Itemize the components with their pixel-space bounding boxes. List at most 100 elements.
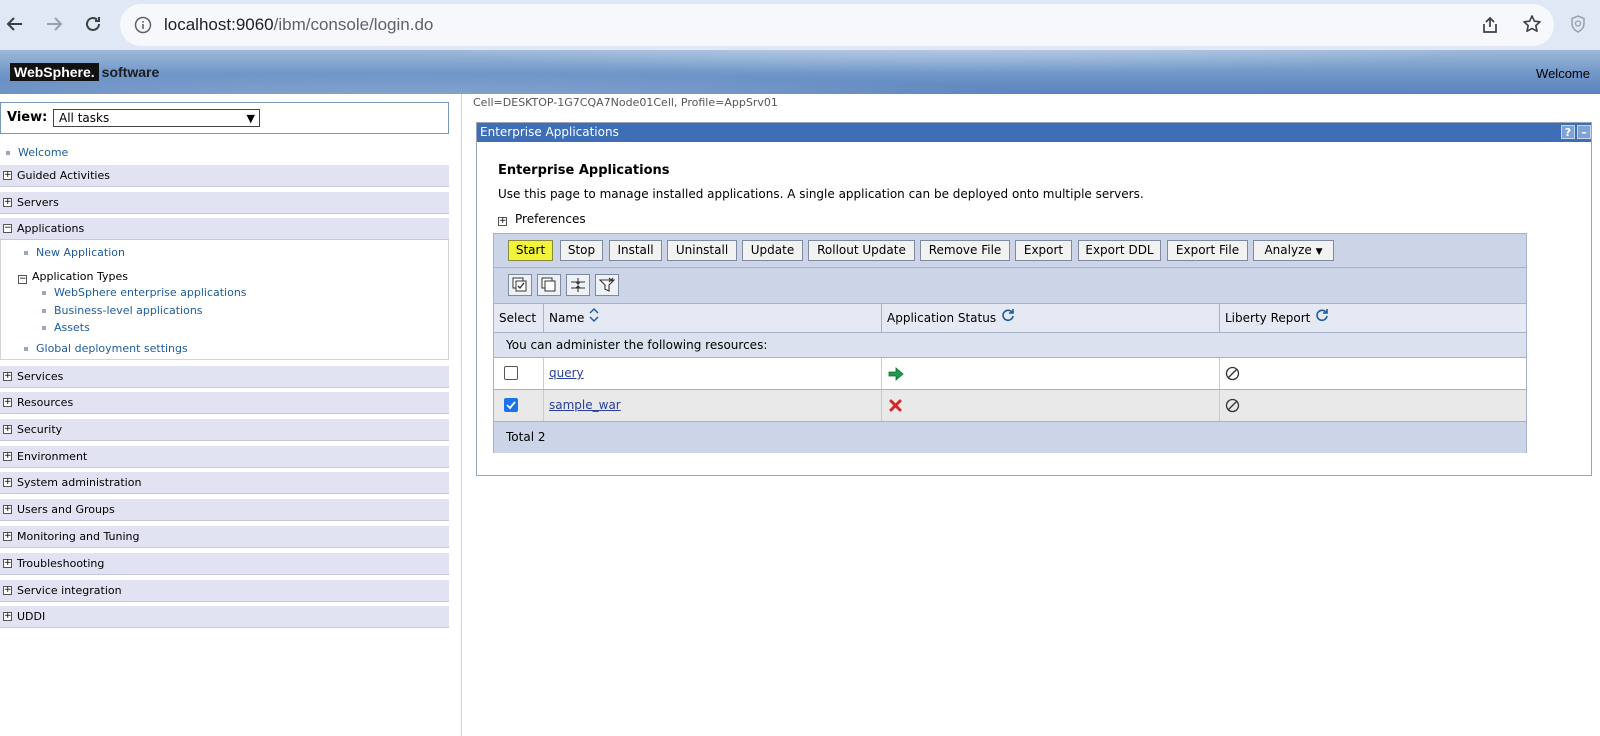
action-button-bar: Start Stop Install Uninstall Update Roll…	[494, 234, 1526, 268]
expand-icon: +	[3, 371, 12, 381]
address-bar[interactable]: localhost:9060/ibm/console/login.do	[120, 4, 1554, 46]
export-button[interactable]: Export	[1015, 240, 1072, 261]
uninstall-button[interactable]: Uninstall	[667, 240, 737, 261]
expand-icon: +	[3, 558, 12, 568]
nav-welcome[interactable]: Welcome	[6, 146, 68, 159]
start-button[interactable]: Start	[508, 240, 553, 261]
table-row: sample_war	[494, 390, 1526, 422]
page-description: Use this page to manage installed applic…	[498, 187, 1144, 201]
column-header-name[interactable]: Name	[544, 304, 882, 333]
sort-icon[interactable]	[589, 304, 599, 333]
chevron-down-icon: ▼	[246, 112, 255, 125]
nav-category-system-administration[interactable]: + System administration	[0, 472, 449, 494]
row-checkbox[interactable]	[504, 366, 518, 380]
bookmark-star-icon[interactable]	[1522, 14, 1542, 37]
collapse-icon: −	[3, 223, 12, 233]
view-select[interactable]: All tasks ▼	[53, 109, 260, 127]
app-link[interactable]: sample_war	[549, 398, 621, 412]
view-selected-value: All tasks	[59, 111, 110, 125]
cell-profile-info: Cell=DESKTOP-1G7CQA7Node01Cell, Profile=…	[473, 96, 778, 109]
export-ddl-button[interactable]: Export DDL	[1078, 240, 1161, 261]
nav-category-servers[interactable]: + Servers	[0, 192, 449, 214]
share-icon[interactable]	[1480, 15, 1500, 38]
forward-icon[interactable]	[40, 10, 68, 38]
expand-icon: +	[3, 397, 12, 407]
url-path: /ibm/console/login.do	[273, 15, 434, 34]
export-file-button[interactable]: Export File	[1167, 240, 1248, 261]
nav-category-service-integration[interactable]: + Service integration	[0, 580, 449, 602]
bullet-icon	[24, 347, 28, 351]
app-link[interactable]: query	[549, 366, 584, 380]
panel-title: Enterprise Applications	[480, 125, 619, 139]
extension-shield-icon[interactable]	[1568, 14, 1588, 37]
install-button[interactable]: Install	[609, 240, 662, 261]
nav-category-label: Resources	[17, 396, 74, 409]
expand-icon: +	[3, 477, 12, 487]
nav-category-troubleshooting[interactable]: + Troubleshooting	[0, 553, 449, 575]
refresh-icon[interactable]	[1315, 304, 1329, 333]
column-header-select: Select	[494, 304, 544, 333]
expand-icon: +	[3, 424, 12, 434]
websphere-logo: WebSphere. software	[10, 62, 159, 82]
nav-category-monitoring-and-tuning[interactable]: + Monitoring and Tuning	[0, 526, 449, 548]
select-cell	[494, 358, 544, 389]
back-icon[interactable]	[1, 10, 29, 38]
expand-icon: +	[3, 585, 12, 595]
page-heading: Enterprise Applications	[498, 163, 670, 178]
nav-category-applications[interactable]: − Applications	[0, 218, 449, 240]
preferences-toggle[interactable]: + Preferences	[498, 212, 586, 226]
nav-category-label: System administration	[17, 476, 142, 489]
nav-category-security[interactable]: + Security	[0, 419, 449, 441]
nav-business-level-applications[interactable]: Business-level applications	[42, 304, 203, 317]
left-navigation: View: All tasks ▼ Welcome + Guided Activi…	[0, 94, 462, 736]
status-cell	[882, 390, 1220, 421]
minimize-icon[interactable]: –	[1577, 125, 1591, 139]
analyze-dropdown-button[interactable]: Analyze ▼	[1253, 240, 1334, 261]
name-cell: query	[544, 358, 882, 389]
enterprise-applications-panel: Enterprise Applications ? – Enterprise A…	[476, 122, 1592, 476]
caret-down-icon: ▼	[1315, 247, 1323, 257]
nav-category-guided-activities[interactable]: + Guided Activities	[0, 165, 449, 187]
bullet-icon	[42, 326, 46, 330]
expand-icon: +	[498, 216, 507, 226]
row-checkbox[interactable]	[504, 398, 518, 412]
column-name-label: Name	[549, 311, 585, 325]
remove-file-button[interactable]: Remove File	[920, 240, 1010, 261]
nav-new-application[interactable]: New Application	[24, 246, 125, 259]
url-host: localhost:9060	[164, 15, 274, 34]
nav-type-label: WebSphere enterprise applications	[54, 286, 247, 299]
nav-application-types[interactable]: − Application Types	[18, 270, 128, 284]
nav-assets[interactable]: Assets	[42, 321, 90, 334]
nav-type-label: Assets	[54, 321, 90, 334]
nav-category-environment[interactable]: + Environment	[0, 446, 449, 468]
show-filter-icon[interactable]	[566, 274, 590, 296]
nav-global-deployment-settings[interactable]: Global deployment settings	[24, 342, 188, 355]
nav-category-label: Guided Activities	[17, 169, 110, 182]
nav-category-resources[interactable]: + Resources	[0, 392, 449, 414]
nav-category-users-and-groups[interactable]: + Users and Groups	[0, 499, 449, 521]
select-all-icon[interactable]	[508, 274, 532, 296]
nav-category-label: Applications	[17, 222, 85, 235]
column-status-label: Application Status	[887, 311, 997, 325]
nav-new-application-label: New Application	[36, 246, 125, 259]
nav-category-label: UDDI	[17, 610, 46, 623]
banner-decoration	[0, 50, 1600, 94]
update-button[interactable]: Update	[742, 240, 803, 261]
nav-category-uddi[interactable]: + UDDI	[0, 606, 449, 628]
rollout-update-button[interactable]: Rollout Update	[808, 240, 915, 261]
column-header-liberty: Liberty Report	[1220, 304, 1526, 333]
site-info-icon[interactable]	[134, 16, 152, 37]
nav-category-services[interactable]: + Services	[0, 366, 449, 388]
not-applicable-icon	[1225, 366, 1240, 384]
nav-websphere-enterprise-applications[interactable]: WebSphere enterprise applications	[42, 286, 247, 299]
expand-icon: +	[3, 197, 12, 207]
console-banner: WebSphere. software Welcome	[0, 50, 1600, 94]
clear-filter-icon[interactable]	[595, 274, 619, 296]
reload-icon[interactable]	[79, 10, 107, 38]
deselect-all-icon[interactable]	[537, 274, 561, 296]
total-row: Total 2	[494, 422, 1526, 453]
refresh-icon[interactable]	[1001, 304, 1015, 333]
nav-type-label: Business-level applications	[54, 304, 203, 317]
help-icon[interactable]: ?	[1561, 125, 1575, 139]
stop-button[interactable]: Stop	[560, 240, 603, 261]
